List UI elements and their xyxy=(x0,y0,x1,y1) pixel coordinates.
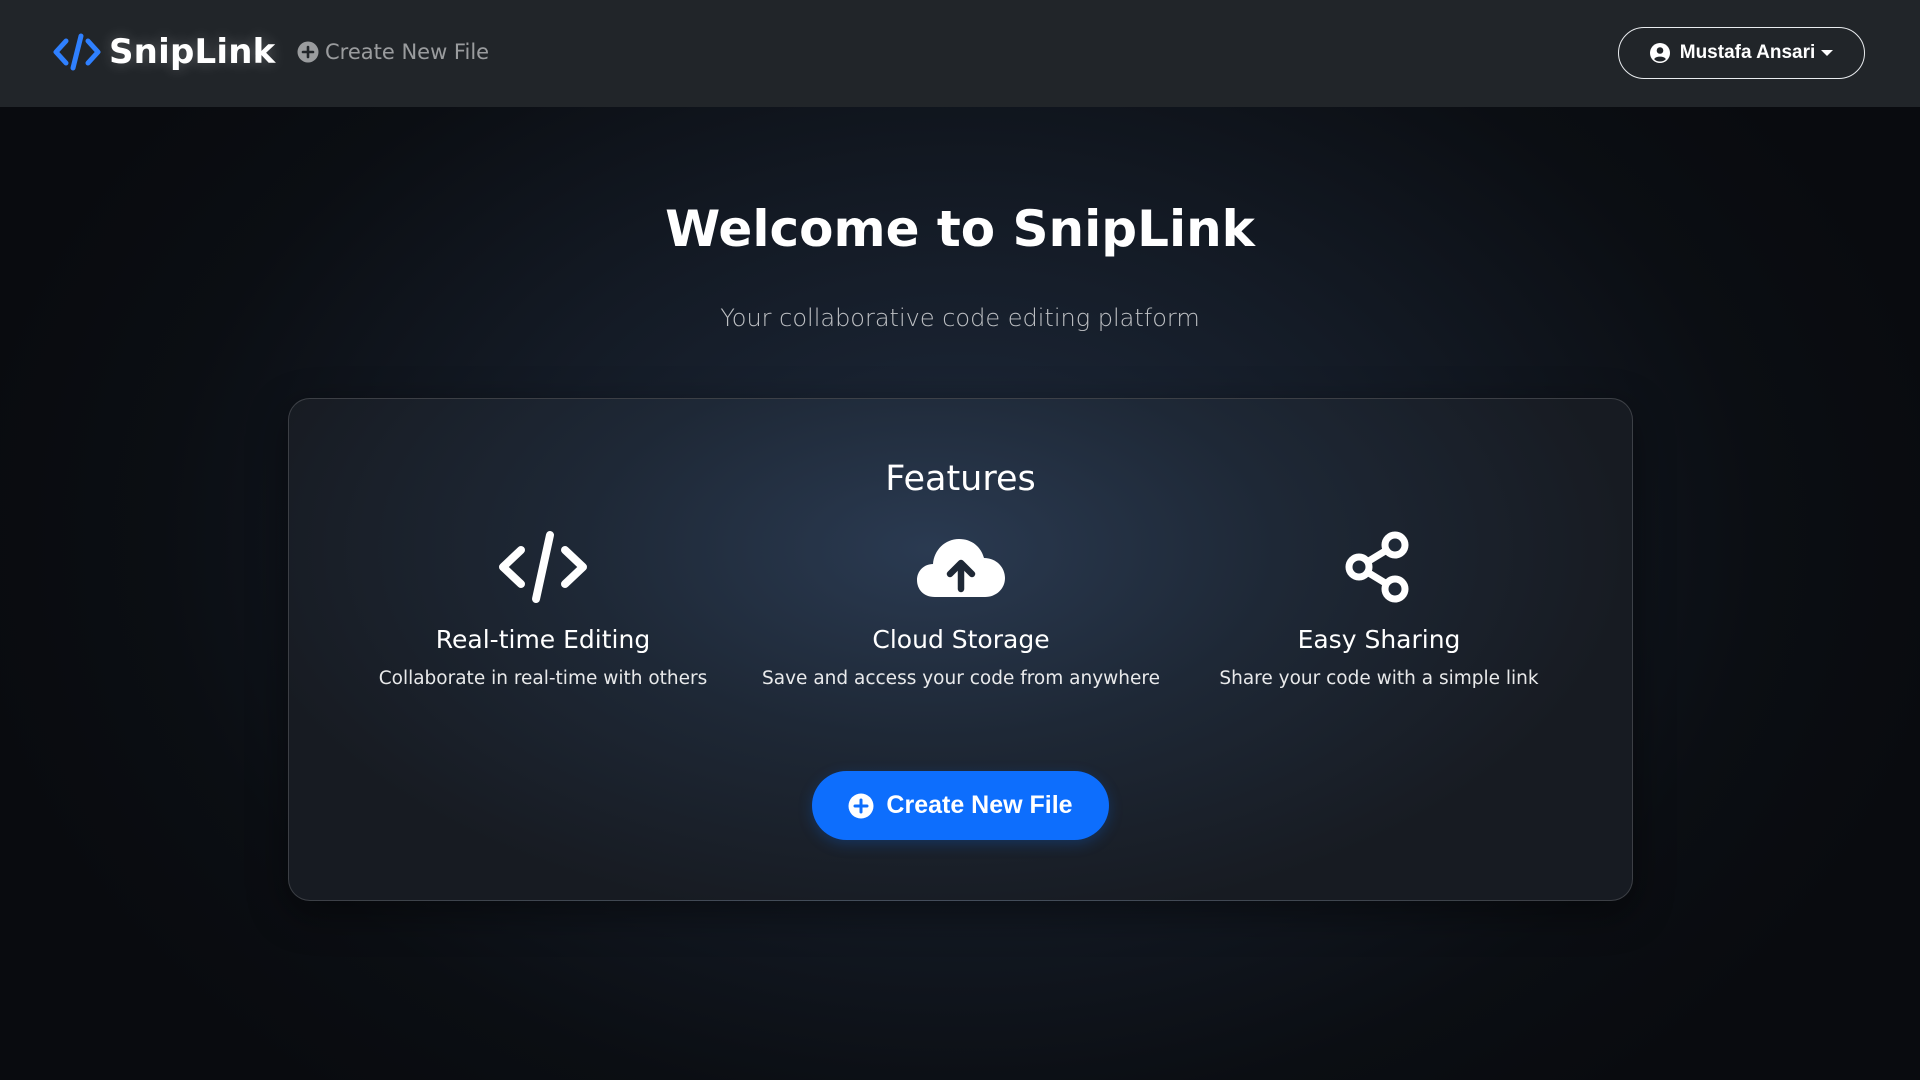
create-new-file-button[interactable]: Create New File xyxy=(812,771,1109,840)
nav-create-label: Create New File xyxy=(325,40,490,64)
user-menu-button[interactable]: Mustafa Ansari xyxy=(1618,27,1865,79)
cloud-upload-icon xyxy=(917,539,1005,597)
feature-title: Cloud Storage xyxy=(872,625,1050,654)
features-card: Features Real-time Editing Collaborate i… xyxy=(288,398,1633,901)
navbar: SnipLink Create New File Mustafa Ansari xyxy=(0,0,1920,107)
feature-realtime-editing: Real-time Editing Collaborate in real-ti… xyxy=(343,529,743,689)
code-logo-icon xyxy=(53,33,101,71)
features-heading: Features xyxy=(885,459,1036,499)
page-title: Welcome to SnipLink xyxy=(665,200,1255,258)
code-icon xyxy=(499,531,587,603)
user-name: Mustafa Ansari xyxy=(1679,42,1816,63)
feature-title: Easy Sharing xyxy=(1297,625,1461,654)
plus-circle-icon xyxy=(848,793,874,818)
feature-description: Save and access your code from anywhere xyxy=(762,668,1160,689)
brand-name: SnipLink xyxy=(109,32,276,72)
feature-cloud-storage: Cloud Storage Save and access your code … xyxy=(761,529,1161,689)
page-subtitle: Your collaborative code editing platform xyxy=(720,304,1200,332)
feature-easy-sharing: Easy Sharing Share your code with a simp… xyxy=(1179,529,1579,689)
feature-description: Collaborate in real-time with others xyxy=(378,668,708,689)
feature-description: Share your code with a simple link xyxy=(1219,668,1539,689)
feature-title: Real-time Editing xyxy=(435,625,651,654)
create-new-file-label: Create New File xyxy=(886,791,1073,819)
chevron-down-icon xyxy=(1821,50,1834,56)
brand-link[interactable]: SnipLink xyxy=(53,32,275,72)
share-icon xyxy=(1345,531,1409,603)
nav-create-new-file-link[interactable]: Create New File xyxy=(297,40,489,64)
plus-circle-icon xyxy=(297,41,319,63)
user-circle-icon xyxy=(1649,43,1670,63)
